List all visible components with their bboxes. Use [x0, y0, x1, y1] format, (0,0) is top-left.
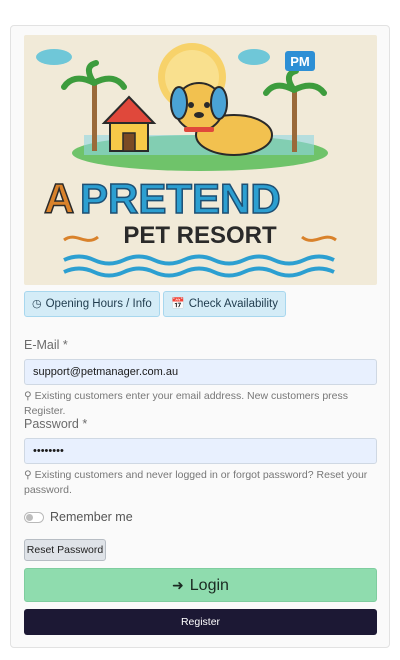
password-help-text: ⚲ Existing customers and never logged in…: [24, 468, 376, 498]
remember-me-label: Remember me: [50, 510, 133, 524]
reset-password-button[interactable]: Reset Password: [24, 539, 106, 561]
password-help-label: Existing customers and never logged in o…: [24, 469, 368, 496]
login-label: Login: [189, 577, 229, 594]
toggle-knob: [26, 514, 33, 521]
remember-me-toggle[interactable]: [24, 512, 44, 523]
calendar-icon: 📅: [171, 298, 185, 310]
sign-in-icon: ➜: [172, 577, 184, 593]
resort-logo: PM A PRETEND PET RESORT: [24, 35, 377, 285]
check-availability-button[interactable]: 📅 Check Availability: [163, 291, 286, 317]
opening-hours-button[interactable]: ◷ Opening Hours / Info: [24, 291, 160, 317]
lightbulb-icon: ⚲: [24, 469, 32, 481]
logo-text-a: A: [44, 175, 74, 222]
logo-badge-text: PM: [290, 54, 310, 69]
password-label: Password *: [24, 417, 88, 431]
password-field[interactable]: ••••••••: [24, 438, 377, 464]
opening-hours-label: Opening Hours / Info: [45, 298, 152, 310]
logo-text-pet-resort: PET RESORT: [123, 222, 277, 249]
email-label: E-Mail *: [24, 338, 68, 352]
register-button[interactable]: Register: [24, 609, 377, 635]
check-availability-label: Check Availability: [188, 298, 278, 310]
login-button[interactable]: ➜ Login: [24, 568, 377, 602]
logo-text-pretend: PRETEND: [80, 175, 281, 222]
email-help-label: Existing customers enter your email addr…: [24, 390, 348, 417]
clock-icon: ◷: [32, 298, 42, 310]
email-field[interactable]: support@petmanager.com.au: [24, 359, 377, 385]
lightbulb-icon: ⚲: [24, 390, 32, 402]
email-help-text: ⚲ Existing customers enter your email ad…: [24, 389, 376, 419]
